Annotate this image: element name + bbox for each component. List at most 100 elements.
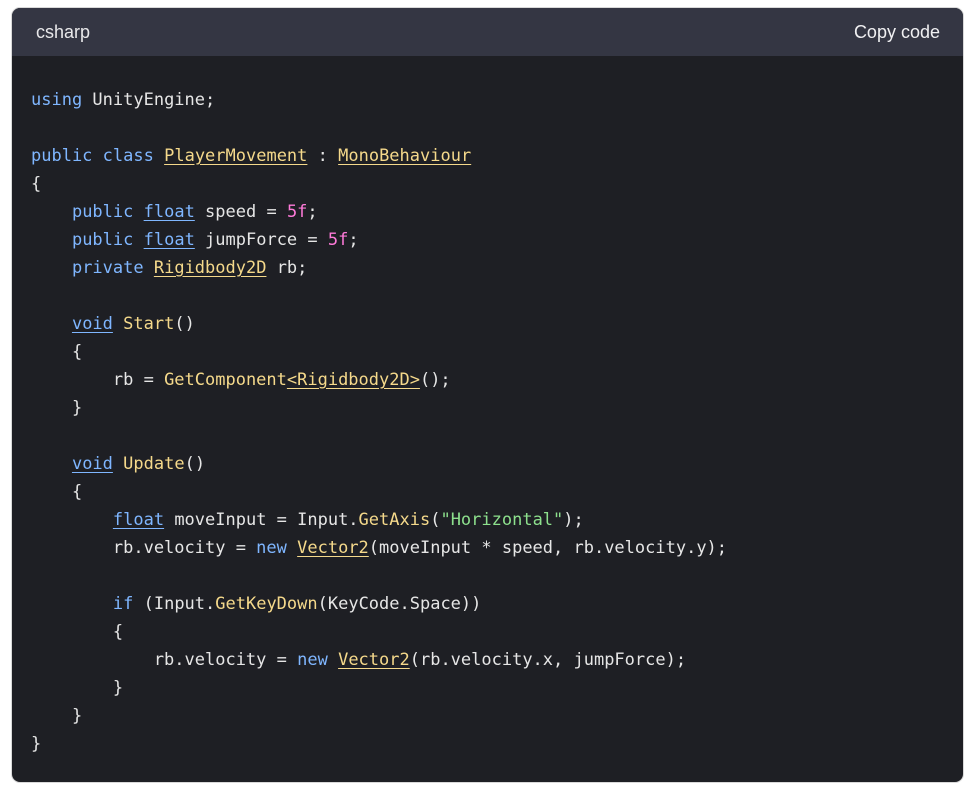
- code-token: }: [31, 398, 83, 418]
- code-line: {: [31, 478, 963, 506]
- code-token: {: [31, 174, 42, 194]
- code-token: public: [31, 146, 93, 166]
- code-token: GetKeyDown: [215, 594, 318, 614]
- code-line: if (Input.GetKeyDown(KeyCode.Space)): [31, 590, 963, 618]
- code-line: public float jumpForce = 5f;: [31, 226, 963, 254]
- code-token: speed =: [194, 202, 287, 222]
- code-block: csharp Copy code using UnityEngine; publ…: [12, 8, 963, 782]
- code-line: void Update(): [31, 450, 963, 478]
- code-block-header: csharp Copy code: [12, 8, 963, 56]
- code-token: ;: [348, 230, 359, 250]
- code-token: moveInput = Input.: [164, 510, 359, 530]
- code-line: public float speed = 5f;: [31, 198, 963, 226]
- code-line: {: [31, 338, 963, 366]
- code-token: (: [430, 510, 441, 530]
- code-token: {: [31, 342, 83, 362]
- code-token: public: [71, 230, 134, 250]
- code-content: using UnityEngine; public class PlayerMo…: [12, 56, 963, 758]
- code-token: private: [71, 258, 144, 278]
- code-token: ;: [307, 202, 318, 222]
- code-token: rb =: [31, 370, 165, 390]
- code-token: <Rigidbody2D>: [286, 370, 420, 390]
- code-line: private Rigidbody2D rb;: [31, 254, 963, 282]
- code-line: rb.velocity = new Vector2(rb.velocity.x,…: [31, 646, 963, 674]
- code-line: public class PlayerMovement : MonoBehavi…: [31, 142, 963, 170]
- code-line: rb = GetComponent<Rigidbody2D>();: [31, 366, 963, 394]
- code-token: (rb.velocity.x, jumpForce);: [409, 650, 687, 670]
- code-token: }: [31, 706, 83, 726]
- code-line: }: [31, 730, 963, 758]
- code-token: }: [31, 678, 124, 698]
- code-token: Rigidbody2D: [153, 258, 267, 278]
- code-token: (Input.: [133, 594, 216, 614]
- code-token: );: [563, 510, 584, 530]
- code-token: void: [71, 454, 113, 474]
- code-token: 5f: [286, 202, 308, 222]
- code-token: rb.velocity =: [31, 538, 257, 558]
- code-token: float: [143, 202, 195, 222]
- code-token: new: [297, 650, 328, 670]
- copy-code-label: Copy code: [853, 21, 940, 42]
- code-token: ();: [419, 370, 451, 390]
- code-token: UnityEngine;: [82, 90, 216, 110]
- language-label: csharp: [36, 21, 91, 42]
- code-token: "Horizontal": [440, 510, 564, 530]
- code-token: Vector2: [297, 538, 369, 558]
- code-token: (moveInput * speed, rb.velocity.y);: [368, 538, 728, 558]
- code-line: rb.velocity = new Vector2(moveInput * sp…: [31, 534, 963, 562]
- code-token: }: [31, 734, 42, 754]
- code-line: {: [31, 618, 963, 646]
- code-token: public: [71, 202, 134, 222]
- code-token: Vector2: [338, 650, 410, 670]
- code-token: MonoBehaviour: [338, 146, 472, 166]
- code-line: }: [31, 702, 963, 730]
- code-token: if: [112, 594, 134, 614]
- code-token: :: [307, 146, 339, 166]
- code-token: (KeyCode.Space)): [317, 594, 482, 614]
- code-line: float moveInput = Input.GetAxis("Horizon…: [31, 506, 963, 534]
- code-token: rb;: [266, 258, 308, 278]
- code-token: new: [256, 538, 287, 558]
- code-token: class: [102, 146, 154, 166]
- code-token: Update: [123, 454, 185, 474]
- code-line: {: [31, 170, 963, 198]
- copy-code-button[interactable]: Copy code: [854, 22, 940, 43]
- code-line: using UnityEngine;: [31, 86, 963, 114]
- code-token: PlayerMovement: [164, 146, 308, 166]
- code-token: GetAxis: [358, 510, 431, 530]
- code-line: void Start(): [31, 310, 963, 338]
- code-token: GetComponent: [164, 370, 287, 390]
- code-token: rb.velocity =: [31, 650, 298, 670]
- code-token: 5f: [327, 230, 349, 250]
- code-line: }: [31, 394, 963, 422]
- code-token: {: [31, 622, 124, 642]
- code-token: void: [71, 314, 113, 334]
- code-token: float: [143, 230, 195, 250]
- code-token: float: [112, 510, 165, 530]
- code-token: Start: [123, 314, 175, 334]
- code-token: using: [31, 90, 83, 110]
- code-token: {: [31, 482, 83, 502]
- code-token: (): [174, 314, 195, 334]
- code-token: (): [184, 454, 206, 474]
